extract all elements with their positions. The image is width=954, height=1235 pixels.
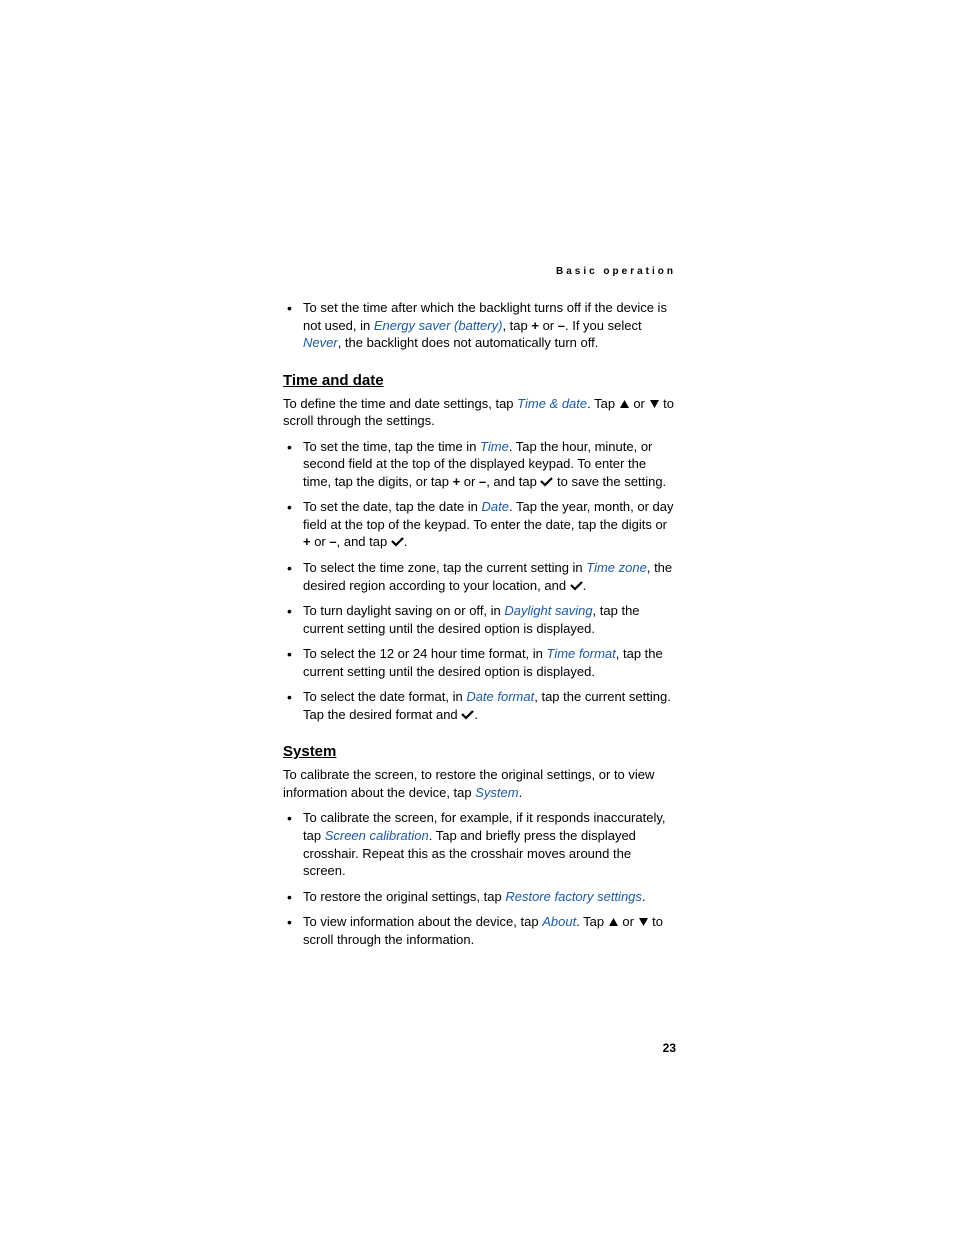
- about-bullet: To view information about the device, ta…: [303, 913, 676, 948]
- text: or: [619, 914, 638, 929]
- text: .: [519, 785, 523, 800]
- system-heading: System: [283, 743, 676, 760]
- down-arrow-icon: [649, 399, 660, 409]
- text: To calibrate the screen, to restore the …: [283, 767, 654, 800]
- daylight-link[interactable]: Daylight saving: [504, 603, 592, 618]
- time-and-date-link[interactable]: Time & date: [517, 396, 587, 411]
- plus-key: +: [531, 318, 539, 333]
- text: To select the time zone, tap the current…: [303, 560, 586, 575]
- time-and-date-intro: To define the time and date settings, ta…: [283, 395, 676, 430]
- text: To select the date format, in: [303, 689, 466, 704]
- page-number: 23: [663, 1041, 676, 1055]
- text: .: [642, 889, 646, 904]
- calibrate-bullet: To calibrate the screen, for example, if…: [303, 809, 676, 879]
- backlight-list: To set the time after which the backligh…: [283, 299, 676, 352]
- check-icon: [391, 536, 404, 547]
- check-icon: [570, 580, 583, 591]
- date-link[interactable]: Date: [482, 499, 509, 514]
- text: , and tap: [337, 534, 391, 549]
- text: To view information about the device, ta…: [303, 914, 542, 929]
- time-and-date-list: To set the time, tap the time in Time. T…: [283, 438, 676, 724]
- page-header: Basic operation: [283, 266, 676, 277]
- system-link[interactable]: System: [475, 785, 518, 800]
- date-bullet: To set the date, tap the date in Date. T…: [303, 498, 676, 551]
- text: . Tap: [576, 914, 608, 929]
- text: To define the time and date settings, ta…: [283, 396, 517, 411]
- text: .: [404, 534, 408, 549]
- up-arrow-icon: [608, 917, 619, 927]
- text: .: [474, 707, 478, 722]
- text: , tap: [502, 318, 531, 333]
- never-link[interactable]: Never: [303, 335, 338, 350]
- time-link[interactable]: Time: [480, 439, 509, 454]
- text: , and tap: [486, 474, 540, 489]
- screen-calibration-link[interactable]: Screen calibration: [325, 828, 429, 843]
- dateformat-bullet: To select the date format, in Date forma…: [303, 688, 676, 723]
- time-and-date-heading: Time and date: [283, 372, 676, 389]
- text: or: [311, 534, 330, 549]
- check-icon: [540, 476, 553, 487]
- timeformat-bullet: To select the 12 or 24 hour time format,…: [303, 645, 676, 680]
- backlight-bullet: To set the time after which the backligh…: [303, 299, 676, 352]
- up-arrow-icon: [619, 399, 630, 409]
- text: To set the date, tap the date in: [303, 499, 482, 514]
- text: or: [630, 396, 649, 411]
- timezone-bullet: To select the time zone, tap the current…: [303, 559, 676, 594]
- timezone-link[interactable]: Time zone: [586, 560, 647, 575]
- system-list: To calibrate the screen, for example, if…: [283, 809, 676, 948]
- manual-page: Basic operation To set the time after wh…: [283, 266, 676, 956]
- timeformat-link[interactable]: Time format: [547, 646, 616, 661]
- text: To turn daylight saving on or off, in: [303, 603, 504, 618]
- about-link[interactable]: About: [542, 914, 576, 929]
- minus-key: –: [329, 534, 336, 549]
- system-intro: To calibrate the screen, to restore the …: [283, 766, 676, 801]
- text: To select the 12 or 24 hour time format,…: [303, 646, 547, 661]
- text: . If you select: [565, 318, 642, 333]
- down-arrow-icon: [638, 917, 649, 927]
- restore-link[interactable]: Restore factory settings: [505, 889, 642, 904]
- restore-bullet: To restore the original settings, tap Re…: [303, 888, 676, 906]
- text: . Tap: [587, 396, 619, 411]
- text: To restore the original settings, tap: [303, 889, 505, 904]
- text: or: [460, 474, 479, 489]
- text: .: [583, 578, 587, 593]
- energy-saver-link[interactable]: Energy saver (battery): [374, 318, 503, 333]
- time-bullet: To set the time, tap the time in Time. T…: [303, 438, 676, 491]
- plus-key: +: [303, 534, 311, 549]
- text: , the backlight does not automatically t…: [338, 335, 599, 350]
- text: to save the setting.: [553, 474, 666, 489]
- minus-key: –: [558, 318, 565, 333]
- text: or: [539, 318, 558, 333]
- dateformat-link[interactable]: Date format: [466, 689, 534, 704]
- text: To set the time, tap the time in: [303, 439, 480, 454]
- check-icon: [461, 709, 474, 720]
- daylight-bullet: To turn daylight saving on or off, in Da…: [303, 602, 676, 637]
